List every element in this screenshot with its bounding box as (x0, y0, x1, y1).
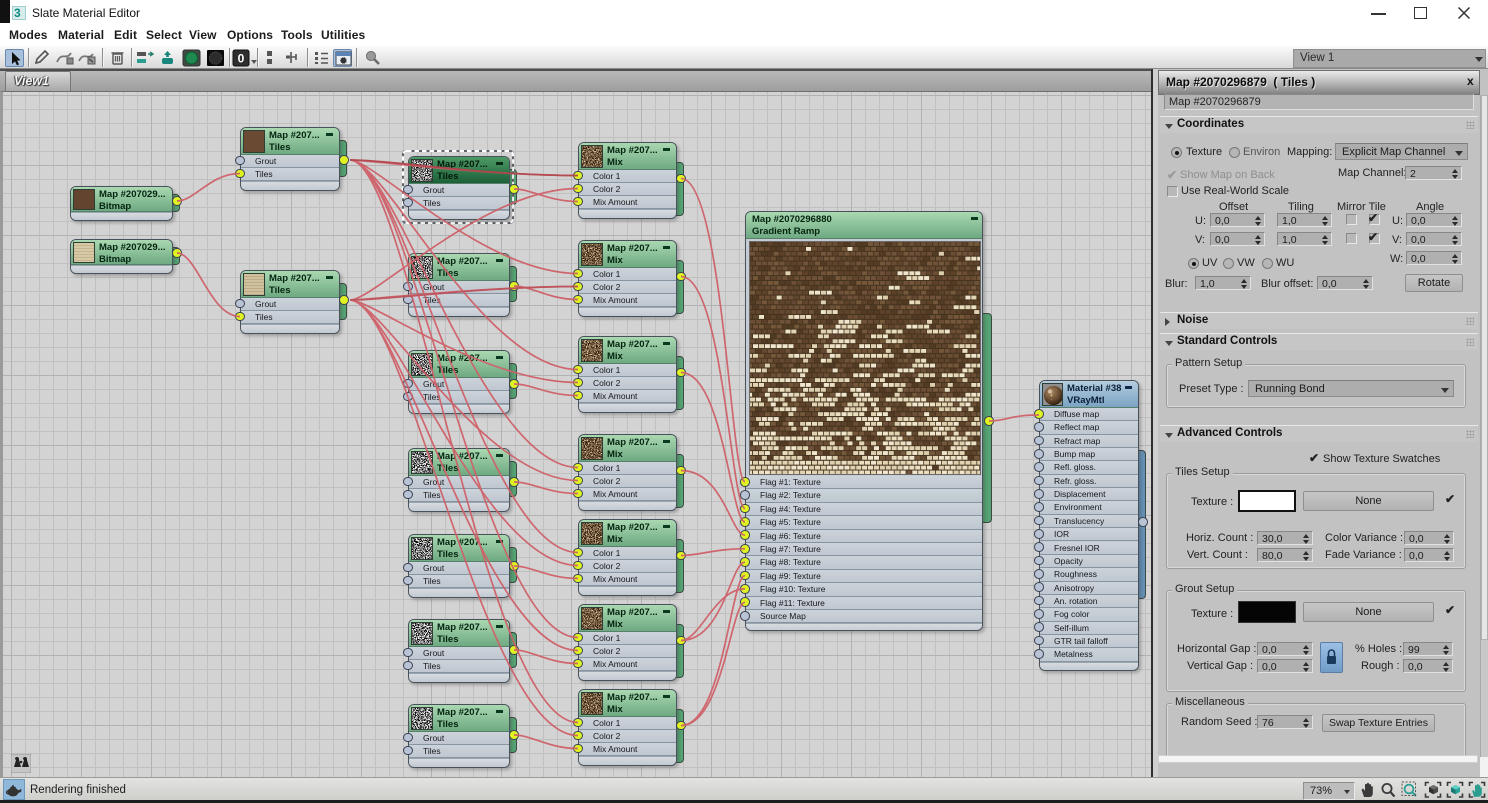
svg-text:0: 0 (238, 52, 245, 66)
